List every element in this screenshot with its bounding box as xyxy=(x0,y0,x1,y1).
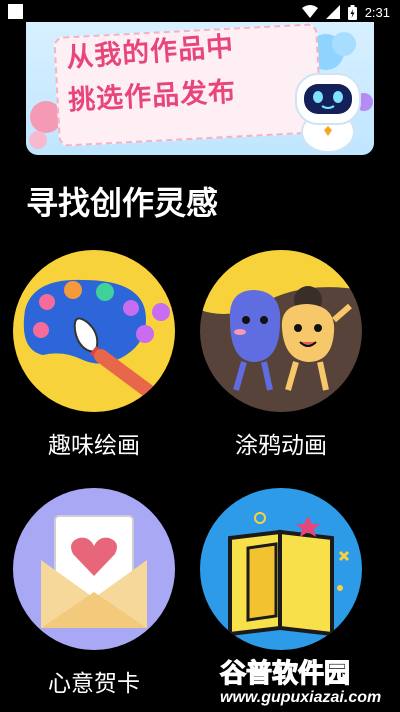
watermark-url: www.gupuxiazai.com xyxy=(220,689,381,706)
fun-painting-image xyxy=(13,250,175,412)
envelope-heart-icon xyxy=(41,515,147,628)
status-icons: 2:31 xyxy=(301,3,390,21)
tile-label-fun-painting: 趣味绘画 xyxy=(48,433,140,459)
open-book-icon xyxy=(228,512,350,637)
section-title: 寻找创作灵感 xyxy=(26,184,219,222)
battery-icon xyxy=(347,4,357,20)
greeting-card-image xyxy=(13,488,175,650)
status-time: 2:31 xyxy=(364,4,390,20)
doodle-characters-icon xyxy=(200,250,362,391)
tile-book[interactable] xyxy=(200,488,362,650)
wifi-icon xyxy=(301,5,318,18)
publish-banner[interactable]: 从我的作品中 挑选作品发布 xyxy=(26,22,374,155)
status-bar: 2:31 xyxy=(0,0,400,24)
robot-mascot-icon xyxy=(295,73,361,153)
tile-greeting-card[interactable]: 心意贺卡 xyxy=(13,488,175,697)
tile-doodle-animation[interactable]: 涂鸦动画 xyxy=(200,250,362,459)
tile-label-greeting-card: 心意贺卡 xyxy=(48,671,140,697)
doodle-animation-image xyxy=(200,250,362,412)
tile-label-doodle-animation: 涂鸦动画 xyxy=(235,433,327,459)
site-watermark: 谷普软件园 www.gupuxiazai.com xyxy=(218,652,396,708)
signal-icon xyxy=(325,5,340,19)
notification-icon xyxy=(8,4,23,19)
book-image xyxy=(200,488,362,650)
tile-fun-painting[interactable]: 趣味绘画 xyxy=(13,250,175,459)
watermark-title: 谷普软件园 xyxy=(220,658,350,689)
palette-brush-icon xyxy=(23,279,170,409)
